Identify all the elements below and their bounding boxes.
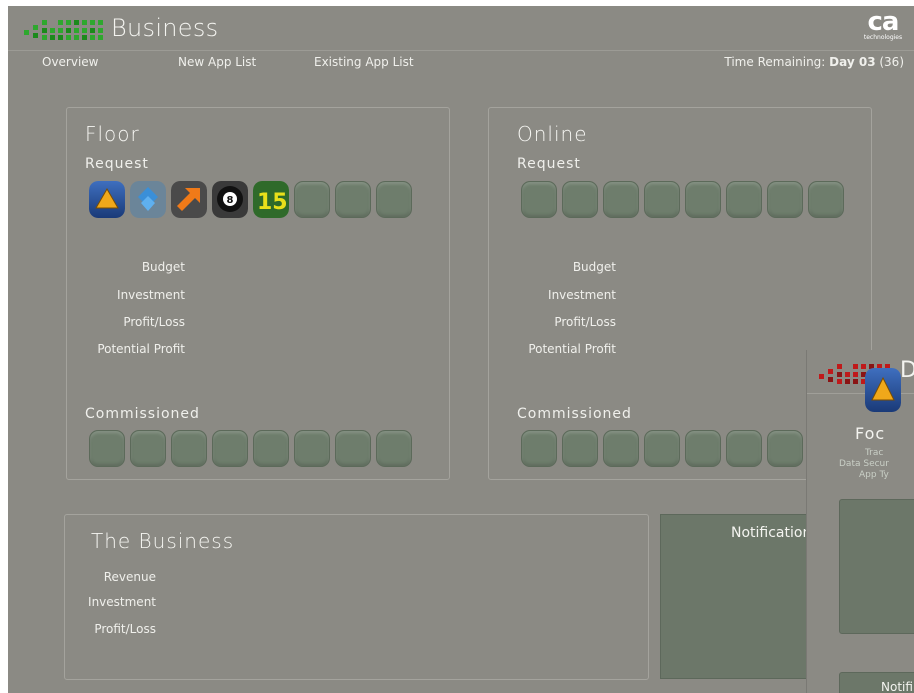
business-panel: The Business Revenue Investment Profit/L… (64, 514, 649, 680)
business-logo-icon (24, 20, 103, 40)
app-title: Business (111, 14, 219, 42)
floor-panel: Floor Request 8 15 Budget Investment Pro… (66, 107, 450, 480)
request-slot[interactable] (603, 181, 639, 218)
brand-sub: technologies (863, 34, 903, 41)
commissioned-slot[interactable] (603, 430, 639, 467)
overlay-notifications-label: Notifi (881, 680, 913, 693)
online-investment-label: Investment (548, 288, 616, 302)
request-slot[interactable] (808, 181, 844, 218)
commissioned-slot[interactable] (685, 430, 721, 467)
commissioned-slot[interactable] (521, 430, 557, 467)
request-slot[interactable] (644, 181, 680, 218)
ca-technologies-logo: ca technologies (858, 9, 908, 45)
business-investment-label: Investment (88, 595, 156, 609)
floor-budget-label: Budget (141, 260, 185, 274)
commissioned-slot[interactable] (294, 430, 330, 467)
number-15-app-icon[interactable]: 15 (253, 181, 289, 218)
commissioned-slot[interactable] (130, 430, 166, 467)
notifications-panel: Notifications (660, 514, 819, 679)
brand-mark: ca (867, 7, 900, 37)
floor-commissioned-row (89, 430, 419, 468)
time-remaining: Time Remaining: Day 03 (36) (724, 55, 904, 69)
time-extra: (36) (875, 55, 904, 69)
commissioned-slot[interactable] (89, 430, 125, 467)
top-nav: Overview New App List Existing App List … (8, 50, 914, 72)
request-slot[interactable] (335, 181, 371, 218)
triangle-app-icon[interactable] (89, 181, 125, 218)
online-budget-label: Budget (572, 260, 616, 274)
online-commissioned-row (521, 430, 851, 468)
overlay-card-line: Trac (865, 448, 884, 458)
overlay-card-title: Foc (855, 424, 886, 443)
commissioned-slot[interactable] (767, 430, 803, 467)
overlay-title: D (900, 358, 914, 383)
overlay-app-card[interactable] (839, 499, 914, 634)
online-request-row (521, 181, 851, 219)
commissioned-slot[interactable] (562, 430, 598, 467)
online-profit-loss-label: Profit/Loss (554, 315, 616, 329)
business-title: The Business (91, 529, 235, 553)
business-profit-loss-label: Profit/Loss (94, 622, 156, 636)
request-slot[interactable] (767, 181, 803, 218)
svg-text:15: 15 (257, 190, 288, 215)
floor-request-label: Request (85, 156, 149, 172)
request-slot[interactable] (685, 181, 721, 218)
request-slot[interactable] (521, 181, 557, 218)
commissioned-slot[interactable] (376, 430, 412, 467)
commissioned-slot[interactable] (335, 430, 371, 467)
app-window: Business ca technologies Overview New Ap… (8, 6, 914, 693)
floor-request-row: 8 15 (89, 181, 419, 219)
request-slot[interactable] (294, 181, 330, 218)
nav-existing-app-list[interactable]: Existing App List (314, 55, 414, 69)
commissioned-slot[interactable] (726, 430, 762, 467)
floor-commissioned-label: Commissioned (85, 406, 200, 422)
nav-overview[interactable]: Overview (42, 55, 99, 69)
commissioned-slot[interactable] (644, 430, 680, 467)
floor-potential-profit-label: Potential Profit (97, 342, 185, 356)
request-slot[interactable] (562, 181, 598, 218)
online-request-label: Request (517, 156, 581, 172)
commissioned-slot[interactable] (171, 430, 207, 467)
triangle-app-icon (865, 368, 901, 412)
commissioned-slot[interactable] (253, 430, 289, 467)
diamond-app-icon[interactable] (130, 181, 166, 218)
overlay-panel: D Foc Trac Data Secur App Ty Notifi (806, 350, 914, 693)
time-day: Day 03 (829, 55, 876, 69)
arrow-app-icon[interactable] (171, 181, 207, 218)
floor-profit-loss-label: Profit/Loss (123, 315, 185, 329)
request-slot[interactable] (726, 181, 762, 218)
floor-title: Floor (85, 122, 140, 146)
online-potential-profit-label: Potential Profit (528, 342, 616, 356)
floor-investment-label: Investment (117, 288, 185, 302)
nav-new-app-list[interactable]: New App List (178, 55, 256, 69)
request-slot[interactable] (376, 181, 412, 218)
commissioned-slot[interactable] (212, 430, 248, 467)
business-revenue-label: Revenue (103, 570, 156, 584)
eight-ball-app-icon[interactable]: 8 (212, 181, 248, 218)
online-title: Online (517, 122, 588, 146)
time-label: Time Remaining: (724, 55, 830, 69)
overlay-card-line: App Ty (859, 470, 889, 480)
overlay-card-line: Data Secur (839, 459, 889, 469)
header: Business ca technologies (8, 6, 914, 50)
online-commissioned-label: Commissioned (517, 406, 632, 422)
svg-text:8: 8 (227, 195, 234, 206)
